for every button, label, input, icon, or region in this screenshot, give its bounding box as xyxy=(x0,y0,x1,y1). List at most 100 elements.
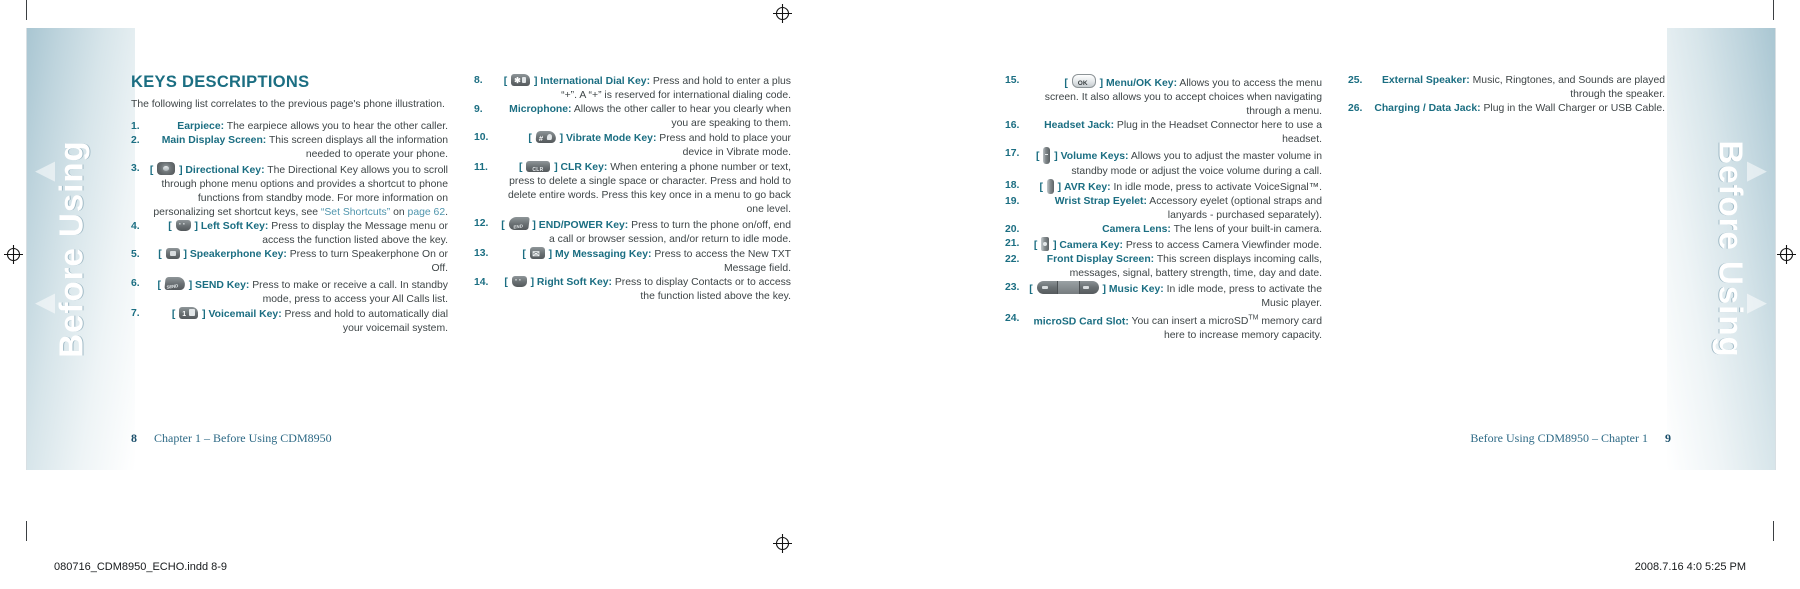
item-body: Front Display Screen: This screen displa… xyxy=(1028,253,1322,281)
item-number: 17. xyxy=(1005,148,1020,160)
item-body: [ ] Right Soft Key: Press to display Con… xyxy=(497,273,791,304)
item-term: Music Key: xyxy=(1108,284,1164,296)
item-number: 6. xyxy=(131,277,140,289)
item-term: Speakerphone Key: xyxy=(189,249,287,261)
list-item: 11. [ ] CLR Key: When entering a phone n… xyxy=(474,160,791,217)
list-item: 24. microSD Card Slot: You can insert a … xyxy=(1005,312,1322,344)
item-term: Front Display Screen: xyxy=(1046,254,1155,266)
directional-key-icon xyxy=(157,161,176,175)
registration-mark-bottom xyxy=(773,534,792,553)
left-page: KEYS DESCRIPTIONS The following list cor… xyxy=(27,28,901,470)
set-shortcuts-link[interactable]: “Set Shortcuts” xyxy=(321,207,390,218)
item-desc: Press to make or receive a call. In stan… xyxy=(249,279,448,305)
column-4: 25. External Speaker: Music, Ringtones, … xyxy=(1348,74,1665,343)
list-item: 18. [ ] AVR Key: In idle mode, press to … xyxy=(1005,178,1322,195)
item-body: [ ] My Messaging Key: Press to access th… xyxy=(497,247,791,276)
item-term: Menu/OK Key: xyxy=(1106,78,1178,89)
registration-mark-right xyxy=(1777,245,1796,264)
item-body: [ ] Directional Key: The Directional Key… xyxy=(149,161,448,220)
item-term: END/POWER Key: xyxy=(538,219,629,231)
list-item: 25. External Speaker: Music, Ringtones, … xyxy=(1348,74,1665,102)
item-body: [ ] AVR Key: In idle mode, press to acti… xyxy=(1028,178,1322,195)
item-number: 5. xyxy=(131,249,140,261)
list-item: 21. [ ] Camera Key: Press to access Came… xyxy=(1005,237,1322,253)
item-body: [ ] Vibrate Mode Key: Press and hold to … xyxy=(497,131,791,160)
list-item: 19. Wrist Strap Eyelet: Accessory eyelet… xyxy=(1005,195,1322,223)
speakerphone-key-icon xyxy=(165,248,180,260)
end-power-key-icon xyxy=(507,216,530,230)
item-desc: In idle mode, press to activate VoiceSig… xyxy=(1110,181,1322,193)
print-timestamp: 2008.7.16 4:0 5:25 PM xyxy=(1634,561,1746,573)
item-number: 20. xyxy=(1005,223,1020,235)
footer-text: Before Using CDM8950 – Chapter 1 xyxy=(1470,431,1648,445)
right-page: 15. [ ] Menu/OK Key: Allows you to acces… xyxy=(901,28,1775,470)
indd-filename: 080716_CDM8950_ECHO.indd 8-9 xyxy=(54,561,228,573)
item-number: 9. xyxy=(474,104,483,116)
item-body: [ ] Left Soft Key: Press to display the … xyxy=(149,217,448,248)
right-page-footer: Before Using CDM8950 – Chapter 1 9 xyxy=(1470,431,1671,446)
item-body: [ ] END/POWER Key: Press to turn the pho… xyxy=(497,216,791,247)
item-body: [ ] Voicemail Key: Press and hold to aut… xyxy=(149,306,448,336)
column-3: 15. [ ] Menu/OK Key: Allows you to acces… xyxy=(1005,74,1322,343)
item-term: AVR Key: xyxy=(1064,181,1111,193)
item-term: Headset Jack: xyxy=(1044,120,1115,132)
registration-mark-top xyxy=(773,4,792,23)
left-soft-key-icon xyxy=(175,217,191,231)
trim-mark xyxy=(1773,0,1774,20)
item-body: Main Display Screen: This screen display… xyxy=(149,134,448,162)
item-desc: Press to access the New TXT Message fiel… xyxy=(651,249,791,275)
item-number: 18. xyxy=(1005,179,1020,191)
item-term: Main Display Screen: xyxy=(161,134,267,146)
item-number: 13. xyxy=(474,248,489,260)
item-desc: Press and hold to automatically dial you… xyxy=(281,308,448,334)
item-number: 8. xyxy=(474,75,483,86)
item-body: Microphone: Allows the other caller to h… xyxy=(492,103,791,131)
page-title: KEYS DESCRIPTIONS xyxy=(131,73,310,91)
list-item: 4. [ ] Left Soft Key: Press to display t… xyxy=(131,217,448,248)
item-body: [ ] Speakerphone Key: Press to turn Spea… xyxy=(158,248,448,275)
list-item: 14. [ ] Right Soft Key: Press to display… xyxy=(474,273,791,304)
item-term: CLR Key: xyxy=(560,161,608,173)
music-key-icon xyxy=(1036,281,1099,295)
item-term: SEND Key: xyxy=(195,279,250,291)
list-item: 23. [ ] Music Key: In idle mode, press t… xyxy=(1005,281,1322,311)
item-body: [ ] Camera Key: Press to access Camera V… xyxy=(1028,237,1322,253)
list-item: 2. Main Display Screen: This screen disp… xyxy=(131,134,448,162)
item-body: microSD Card Slot: You can insert a micr… xyxy=(1028,312,1322,344)
item-term: Left Soft Key: xyxy=(200,221,269,233)
item-term: Earpiece: xyxy=(177,120,225,132)
list-item: 1. Earpiece: The earpiece allows you to … xyxy=(131,120,448,134)
list-item: 7. [ ] Voicemail Key: Press and hold to … xyxy=(131,306,448,336)
international-dial-key-icon xyxy=(511,74,531,88)
item-desc: The lens of your built-in camera. xyxy=(1170,223,1322,235)
left-page-columns: KEYS DESCRIPTIONS The following list cor… xyxy=(131,74,791,336)
item-desc: This screen displays all the information… xyxy=(266,134,448,160)
item-number: 26. xyxy=(1348,103,1363,115)
footer-text: Chapter 1 – Before Using CDM8950 xyxy=(154,431,332,445)
item-body: [ ] Music Key: In idle mode, press to ac… xyxy=(1028,281,1322,311)
trim-mark xyxy=(1773,521,1774,541)
item-desc: The earpiece allows you to hear the othe… xyxy=(224,120,448,132)
item-desc: In idle mode, press to activate the Musi… xyxy=(1163,284,1322,310)
item-desc: You can insert a microSDTM memory card h… xyxy=(1128,314,1323,342)
column-2: 8. [ ] International Dial Key: Press and… xyxy=(474,74,791,336)
item-body: External Speaker: Music, Ringtones, and … xyxy=(1371,74,1665,102)
item-body: Camera Lens: The lens of your built-in c… xyxy=(1028,223,1322,237)
list-item: 17. [ ] Volume Keys: Allows you to adjus… xyxy=(1005,147,1322,178)
item-number: 25. xyxy=(1348,75,1363,86)
list-item: 5. [ ] Speakerphone Key: Press to turn S… xyxy=(131,248,448,276)
item-desc: Press to access Camera Viewfinder mode. xyxy=(1122,240,1322,252)
item-number: 11. xyxy=(474,161,488,173)
item-number: 3. xyxy=(131,162,140,174)
keys-list-1: 1. Earpiece: The earpiece allows you to … xyxy=(131,120,448,336)
item-desc: Allows the other caller to hear you clea… xyxy=(571,104,791,130)
voicemail-key-icon xyxy=(179,306,199,322)
item-number: 15. xyxy=(1005,75,1020,86)
list-item: 3. [ ] Directional Key: The Directional … xyxy=(131,161,448,220)
list-item: 6. [ ] SEND Key: Press to make or receiv… xyxy=(131,276,448,307)
item-desc: Music, Ringtones, and Sounds are played … xyxy=(1469,75,1665,101)
page-62-link[interactable]: page 62 xyxy=(408,207,446,218)
keys-list-4: 25. External Speaker: Music, Ringtones, … xyxy=(1348,74,1665,116)
list-item: 16. Headset Jack: Plug in the Headset Co… xyxy=(1005,119,1322,147)
list-item: 12. [ ] END/POWER Key: Press to turn the… xyxy=(474,216,791,247)
